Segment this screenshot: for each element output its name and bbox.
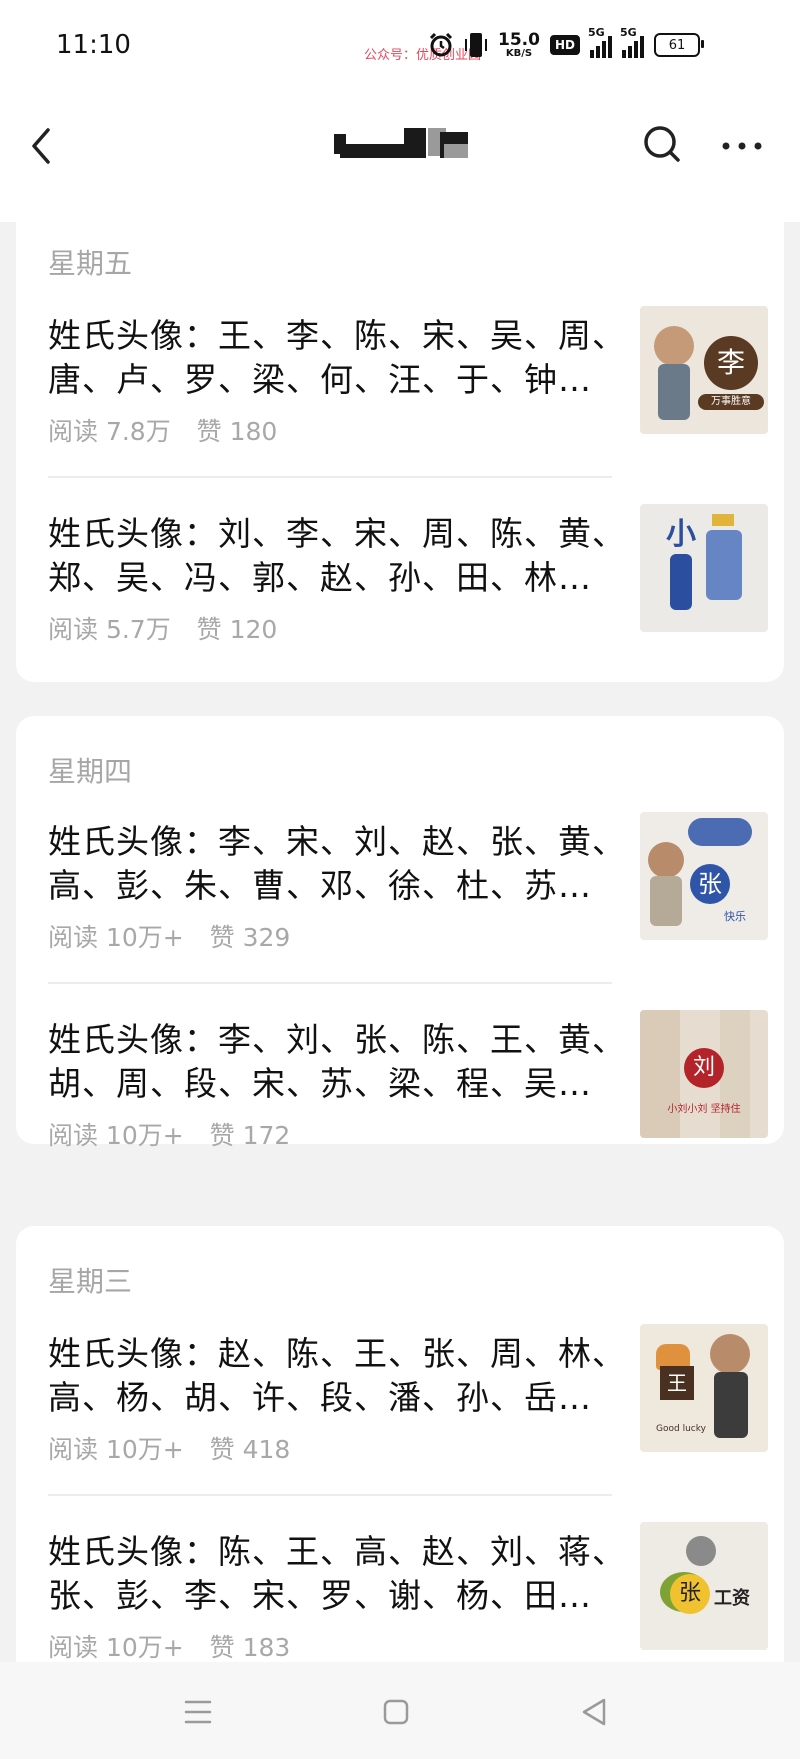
article-thumbnail[interactable]: 王 Good lucky [640,1324,768,1452]
like-count: 赞 418 [209,1435,291,1464]
more-horizontal-icon[interactable] [718,116,766,172]
article-title[interactable]: 姓氏头像：李、刘、张、陈、王、黄、 胡、周、段、宋、苏、梁、程、吴… [48,1018,616,1106]
divider [48,982,612,984]
search-icon[interactable] [638,116,686,172]
thumb-surname: 小 [666,517,696,552]
read-count: 阅读 10万+ [48,1121,184,1150]
article-title[interactable]: 姓氏头像：陈、王、高、赵、刘、蒋、 张、彭、李、宋、罗、谢、杨、田… [48,1530,616,1618]
day-label: 星期三 [48,1265,133,1298]
article-meta: 阅读 5.7万 赞 120 [48,610,277,646]
thumb-caption: Good lucky [656,1424,706,1434]
article-meta: 阅读 10万+ 赞 183 [48,1628,290,1664]
thumb-surname: 李 [704,336,758,390]
article-meta: 阅读 10万+ 赞 172 [48,1116,290,1152]
account-title-redacted [332,116,472,176]
chevron-left-icon[interactable] [24,118,60,174]
read-count: 阅读 10万+ [48,1633,184,1662]
like-count: 赞 172 [209,1121,291,1150]
article-thumbnail[interactable]: 李 万事胜意 [640,306,768,434]
day-section-thu: 星期四 姓氏头像：李、宋、刘、赵、张、黄、 高、彭、朱、曹、邓、徐、杜、苏… 阅… [16,716,784,1150]
article-item[interactable]: 姓氏头像：李、刘、张、陈、王、黄、 胡、周、段、宋、苏、梁、程、吴… 阅读 10… [48,1010,768,1150]
article-title[interactable]: 姓氏头像：刘、李、宋、周、陈、黄、 郑、吴、冯、郭、赵、孙、田、林… [48,512,616,600]
article-thumbnail[interactable]: 张 工资 [640,1522,768,1650]
day-section-wed: 星期三 姓氏头像：赵、陈、王、张、周、林、 高、杨、胡、许、段、潘、孙、岳… 阅… [16,1226,784,1686]
status-icons: 15.0 KB/S HD 5G 5G 61 [428,26,704,62]
article-title[interactable]: 姓氏头像：李、宋、刘、赵、张、黄、 高、彭、朱、曹、邓、徐、杜、苏… [48,820,616,908]
article-item[interactable]: 姓氏头像：刘、李、宋、周、陈、黄、 郑、吴、冯、郭、赵、孙、田、林… 阅读 5.… [48,504,768,644]
article-title[interactable]: 姓氏头像：赵、陈、王、张、周、林、 高、杨、胡、许、段、潘、孙、岳… [48,1332,616,1420]
article-meta: 阅读 10万+ 赞 418 [48,1430,290,1466]
system-navigation-bar [0,1662,800,1759]
status-time: 11:10 [56,30,131,60]
article-thumbnail[interactable]: 小 [640,504,768,632]
battery-level: 61 [668,37,686,53]
like-count: 赞 329 [209,923,291,952]
like-count: 赞 183 [209,1633,291,1662]
article-thumbnail[interactable]: 刘 小刘小刘 坚持住 [640,1010,768,1138]
like-count: 赞 120 [196,615,278,644]
status-bar: 11:10 公众号：优质创业园 15.0 KB/S HD 5G 5G 61 [0,0,800,90]
read-count: 阅读 5.7万 [48,615,171,644]
network-speed: 15.0 KB/S [498,29,540,59]
thumb-surname: 王 [660,1366,694,1400]
back-triangle-icon[interactable] [574,1692,614,1732]
alarm-icon [429,32,453,57]
article-meta: 阅读 10万+ 赞 329 [48,918,290,954]
thumb-caption: 万事胜意 [698,394,764,410]
signal-icon-2: 5G [620,26,644,58]
thumb-caption: 快乐 [724,910,746,923]
thumb-surname: 张 [690,864,730,904]
article-thumbnail[interactable]: 张 快乐 [640,812,768,940]
article-item[interactable]: 姓氏头像：陈、王、高、赵、刘、蒋、 张、彭、李、宋、罗、谢、杨、田… 阅读 10… [48,1522,768,1662]
day-label: 星期五 [48,247,133,280]
like-count: 赞 180 [196,417,278,446]
article-item[interactable]: 姓氏头像：王、李、陈、宋、吴、周、 唐、卢、罗、梁、何、汪、于、钟… 阅读 7.… [48,306,768,446]
signal-icon: 5G [588,26,612,58]
nav-bar [0,90,800,222]
thumb-surname: 刘 [684,1048,724,1088]
hd-badge: HD [549,35,580,55]
battery-icon: 61 [653,33,704,57]
read-count: 阅读 10万+ [48,1435,184,1464]
thumb-caption: 小刘小刘 坚持住 [667,1104,741,1115]
article-meta: 阅读 7.8万 赞 180 [48,412,277,448]
day-label: 星期四 [48,755,133,788]
divider [48,1494,612,1496]
read-count: 阅读 7.8万 [48,417,171,446]
thumb-caption: 工资 [714,1588,750,1609]
day-section-fri: 星期五 姓氏头像：王、李、陈、宋、吴、周、 唐、卢、罗、梁、何、汪、于、钟… 阅… [16,222,784,682]
read-count: 阅读 10万+ [48,923,184,952]
article-title[interactable]: 姓氏头像：王、李、陈、宋、吴、周、 唐、卢、罗、梁、何、汪、于、钟… [48,314,616,402]
article-item[interactable]: 姓氏头像：李、宋、刘、赵、张、黄、 高、彭、朱、曹、邓、徐、杜、苏… 阅读 10… [48,812,768,952]
vibrate-icon [465,33,487,57]
article-item[interactable]: 姓氏头像：赵、陈、王、张、周、林、 高、杨、胡、许、段、潘、孙、岳… 阅读 10… [48,1324,768,1464]
home-square-icon[interactable] [376,1692,416,1732]
menu-icon[interactable] [178,1692,218,1732]
thumb-surname: 张 [670,1574,710,1614]
divider [48,476,612,478]
